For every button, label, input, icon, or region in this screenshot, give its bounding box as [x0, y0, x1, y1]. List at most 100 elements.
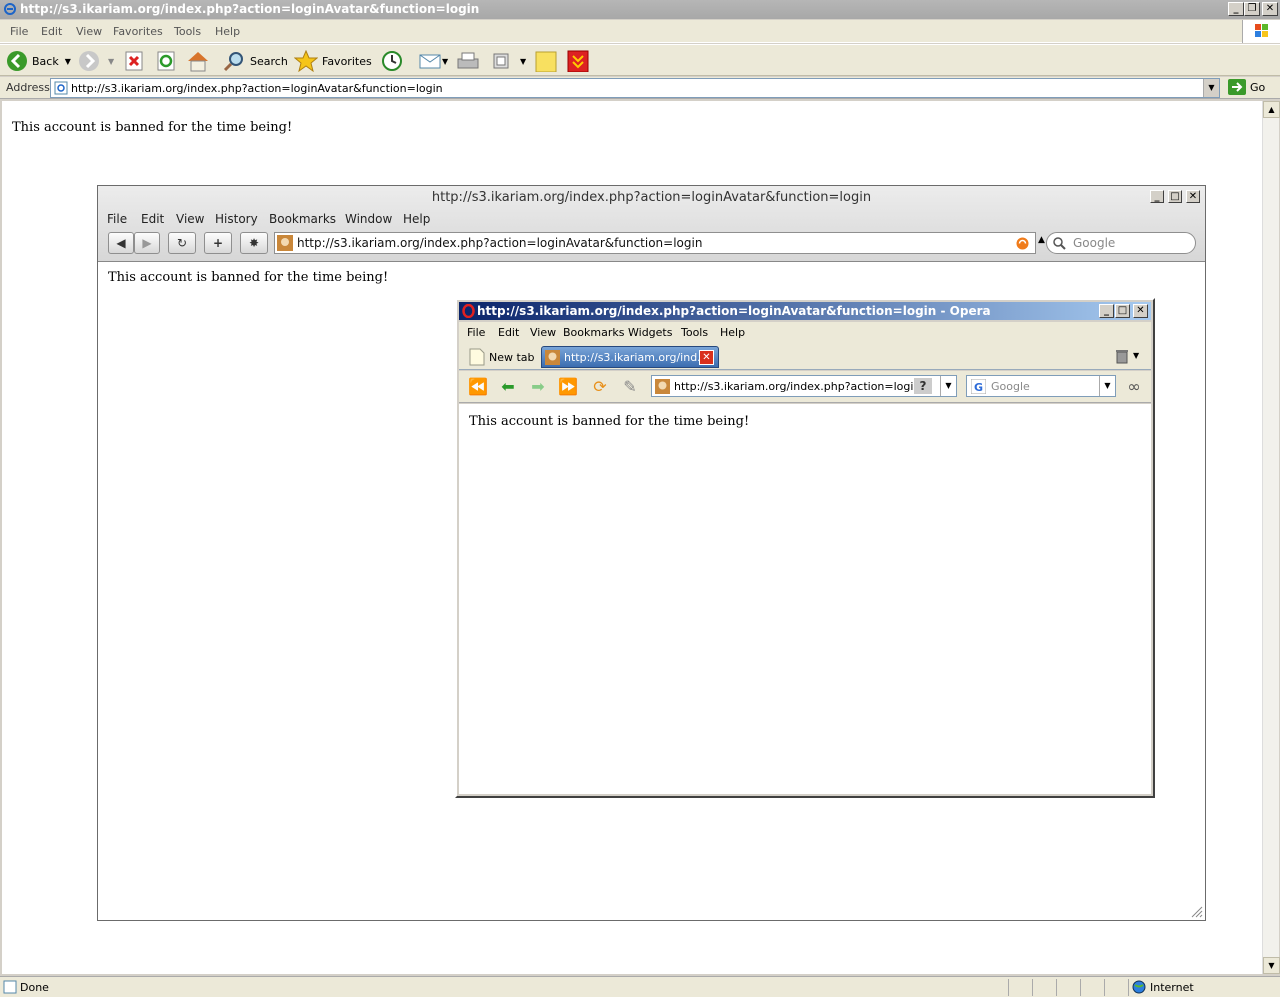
ff-search-field[interactable]: Google — [1046, 232, 1196, 254]
menu-file[interactable]: File — [10, 25, 28, 38]
ff-menu-file[interactable]: File — [107, 212, 127, 226]
op-url-dropdown-icon[interactable]: ▼ — [940, 376, 956, 396]
op-search-dropdown-icon[interactable]: ▼ — [1099, 376, 1115, 396]
op-menu-view[interactable]: View — [530, 326, 556, 339]
search-button[interactable]: Search — [222, 49, 288, 73]
menu-tools[interactable]: Tools — [174, 25, 201, 38]
status-page-icon — [3, 980, 17, 994]
print-button[interactable] — [456, 49, 480, 73]
ff-menu-history[interactable]: History — [215, 212, 258, 226]
ff-close-button[interactable]: ✕ — [1186, 190, 1200, 203]
op-menu-bookmarks[interactable]: Bookmarks — [563, 326, 624, 339]
ff-back-button[interactable]: ◀ — [108, 232, 134, 254]
stop-icon — [125, 51, 143, 71]
menu-help[interactable]: Help — [215, 25, 240, 38]
menu-view[interactable]: View — [76, 25, 102, 38]
ff-menu-edit[interactable]: Edit — [141, 212, 164, 226]
ff-url-value: http://s3.ikariam.org/index.php?action=l… — [297, 236, 703, 250]
ikariam-favicon — [655, 379, 670, 394]
reload-icon[interactable]: ⟳ — [589, 377, 611, 397]
ff-forward-button[interactable]: ▶ — [134, 232, 160, 254]
menu-favorites[interactable]: Favorites — [113, 25, 163, 38]
op-maximize-button[interactable]: □ — [1115, 304, 1130, 318]
ie-title-bar: http://s3.ikariam.org/index.php?action=l… — [0, 0, 1280, 19]
vertical-scrollbar[interactable]: ▲ ▼ — [1262, 101, 1280, 974]
status-pane — [1008, 979, 1009, 996]
ff-url-field[interactable]: http://s3.ikariam.org/index.php?action=l… — [274, 232, 1036, 254]
edit-button[interactable]: ▼ — [490, 49, 526, 73]
address-bar: Address http://s3.ikariam.org/index.php?… — [0, 77, 1280, 99]
forward-button[interactable]: ▼ — [78, 49, 114, 73]
rss-icon[interactable] — [1016, 237, 1029, 250]
close-button[interactable]: ✕ — [1262, 2, 1278, 16]
ff-banned-message: This account is banned for the time bein… — [108, 270, 389, 285]
ff-add-bookmark-button[interactable]: + — [204, 232, 232, 254]
home-button[interactable] — [186, 49, 210, 73]
tab-close-icon[interactable]: ✕ — [699, 350, 714, 365]
trash-icon[interactable] — [1115, 348, 1129, 364]
active-tab[interactable]: http://s3.ikariam.org/ind... ✕ — [541, 346, 719, 368]
forward-dropdown-icon[interactable]: ▼ — [108, 57, 114, 66]
ie-menu-bar: File Edit View Favorites Tools Help — [0, 20, 1280, 43]
resize-grip-icon[interactable] — [1191, 906, 1203, 918]
back-dropdown-icon[interactable]: ▼ — [65, 57, 71, 66]
firefox-window-title: http://s3.ikariam.org/index.php?action=l… — [431, 190, 872, 205]
magnifier-icon — [1053, 237, 1066, 250]
go-button[interactable]: Go — [1228, 79, 1265, 95]
back-icon[interactable]: ⬅ — [497, 377, 519, 397]
back-button[interactable]: Back ▼ — [6, 49, 71, 73]
notes-button[interactable] — [534, 49, 558, 73]
status-bar: Done Internet — [0, 976, 1280, 997]
history-button[interactable] — [380, 49, 404, 73]
rewind-icon[interactable]: ⏪ — [467, 377, 489, 397]
edit-dropdown-icon[interactable]: ▼ — [520, 57, 526, 66]
mail-button[interactable]: ▼ — [418, 49, 448, 73]
restore-button[interactable]: ❐ — [1244, 2, 1260, 16]
op-menu-help[interactable]: Help — [720, 326, 745, 339]
status-pane — [1104, 979, 1105, 996]
op-menu-widgets[interactable]: Widgets — [628, 326, 672, 339]
address-dropdown-icon[interactable]: ▼ — [1203, 79, 1219, 97]
op-search-field[interactable]: G Google ▼ — [966, 375, 1116, 397]
op-menu-edit[interactable]: Edit — [498, 326, 519, 339]
new-tab-button[interactable]: New tab — [469, 348, 535, 366]
favorites-icon — [294, 50, 318, 72]
security-zone: Internet — [1150, 981, 1194, 994]
op-close-button[interactable]: ✕ — [1133, 304, 1148, 318]
forward-icon[interactable]: ➡ — [527, 377, 549, 397]
opera-logo-icon — [462, 304, 475, 318]
address-input[interactable]: http://s3.ikariam.org/index.php?action=l… — [50, 78, 1220, 98]
op-url-value: http://s3.ikariam.org/index.php?action=l… — [674, 380, 914, 393]
trash-dropdown-icon[interactable]: ▼ — [1133, 351, 1139, 360]
op-menu-tools[interactable]: Tools — [681, 326, 708, 339]
minimize-button[interactable]: _ — [1228, 2, 1244, 16]
scroll-up-icon[interactable]: ▲ — [1263, 101, 1280, 118]
site-info-icon[interactable]: ? — [914, 378, 932, 394]
opera-menu-bar: File Edit View Bookmarks Widgets Tools H… — [459, 322, 1151, 342]
scroll-down-icon[interactable]: ▼ — [1263, 957, 1280, 974]
op-menu-file[interactable]: File — [467, 326, 485, 339]
ff-url-dropdown-icon[interactable]: ▲ — [1038, 235, 1045, 245]
refresh-button[interactable] — [156, 49, 176, 73]
ff-menu-bookmarks[interactable]: Bookmarks — [269, 212, 336, 226]
ff-maximize-button[interactable]: □ — [1168, 190, 1182, 203]
ff-menu-help[interactable]: Help — [403, 212, 430, 226]
op-minimize-button[interactable]: _ — [1099, 304, 1114, 318]
firefox-chrome: http://s3.ikariam.org/index.php?action=l… — [98, 186, 1205, 262]
ff-menu-view[interactable]: View — [176, 212, 204, 226]
forward-icon: ▶ — [142, 236, 152, 250]
edit-icon[interactable]: ✎ — [619, 377, 641, 397]
ff-minimize-button[interactable]: _ — [1150, 190, 1164, 203]
download-button[interactable] — [566, 49, 590, 73]
mail-dropdown-icon[interactable]: ▼ — [442, 57, 448, 66]
ff-reload-button[interactable]: ↻ — [168, 232, 196, 254]
binoculars-icon[interactable]: ∞ — [1123, 377, 1145, 397]
ff-menu-window[interactable]: Window — [345, 212, 392, 226]
menu-edit[interactable]: Edit — [41, 25, 62, 38]
op-url-field[interactable]: http://s3.ikariam.org/index.php?action=l… — [651, 375, 957, 397]
favorites-button[interactable]: Favorites — [294, 49, 372, 73]
stop-button[interactable] — [124, 49, 144, 73]
fast-forward-icon[interactable]: ⏩ — [557, 377, 579, 397]
ff-bug-button[interactable]: ✸ — [240, 232, 268, 254]
opera-page-content: This account is banned for the time bein… — [459, 404, 1151, 794]
